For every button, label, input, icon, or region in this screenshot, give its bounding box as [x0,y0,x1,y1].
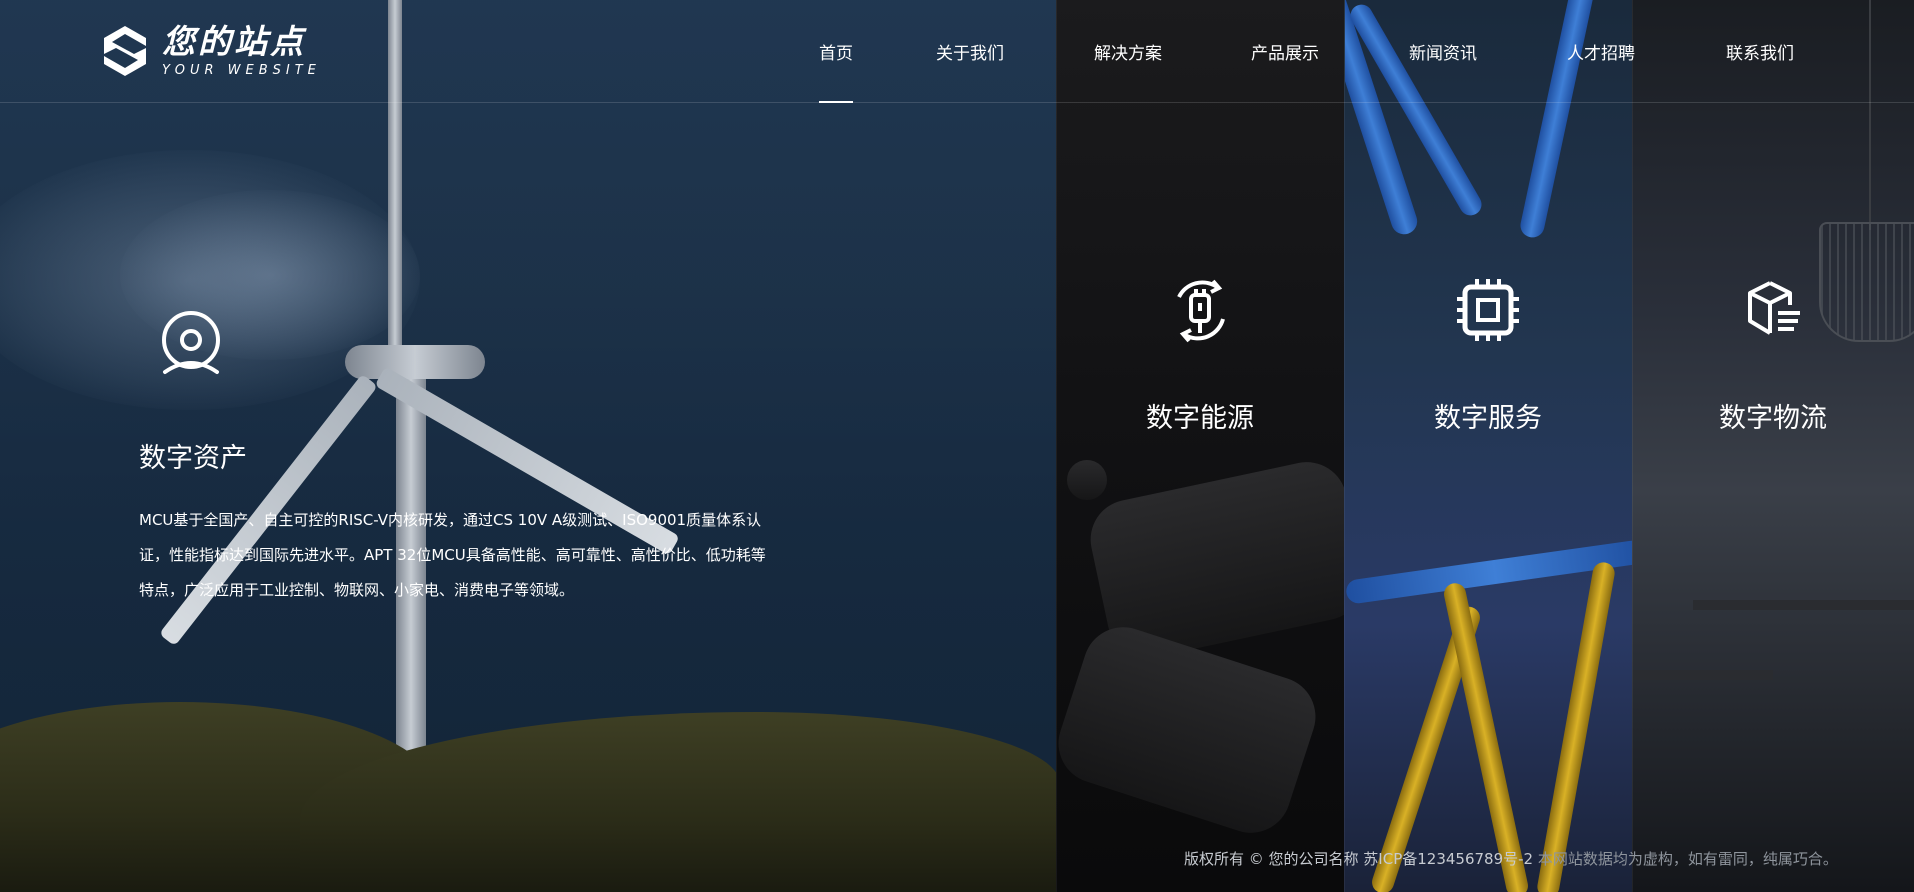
chip-icon [1457,279,1519,341]
cube-logistics-icon [1748,281,1800,335]
table-decoration [1693,600,1914,610]
nav-item-label: 产品展示 [1251,44,1319,64]
knob-decoration [1067,460,1107,500]
nav-item-label: 人才招聘 [1567,44,1635,64]
panel-digital-energy[interactable] [1056,0,1344,892]
seat-decoration [1057,616,1326,844]
nav-item-contact[interactable]: 联系我们 [1714,0,1806,103]
panel-description: MCU基于全国产、自主可控的RISC-V内核研发，通过CS 10V A级测试、I… [139,511,766,599]
nav-item-label: 关于我们 [936,44,1004,64]
panel-title: 数字服务 [1434,403,1542,434]
table-decoration [1633,670,1773,680]
site-header: 您的站点 YOUR WEBSITE 首页 关于我们 解决方案 产品展示 新闻资讯 [0,0,1914,103]
cable-decoration [1535,560,1617,892]
nav-item-about[interactable]: 关于我们 [924,0,1016,103]
panel-title: 数字物流 [1719,403,1827,434]
nav-item-home[interactable]: 首页 [810,0,862,103]
nav-item-solutions[interactable]: 解决方案 [1082,0,1174,103]
digital-assets-content: 数字资产 MCU基于全国产、自主可控的RISC-V内核研发，通过CS 10V A… [139,310,779,608]
nav-item-label: 首页 [819,44,853,64]
logo-subtitle: YOUR WEBSITE [162,63,321,78]
panel-digital-logistics[interactable] [1632,0,1914,892]
energy-cycle-icon [1177,279,1225,343]
panel-title: 数字能源 [1146,403,1254,434]
panel-title: 数字资产 [139,443,247,474]
nav-item-products[interactable]: 产品展示 [1239,0,1331,103]
nav-item-careers[interactable]: 人才招聘 [1555,0,1647,103]
nav-item-news[interactable]: 新闻资讯 [1397,0,1489,103]
site-logo[interactable]: 您的站点 YOUR WEBSITE [100,22,321,80]
digital-service-content: 数字服务 [1344,275,1632,436]
logo-title: 您的站点 [162,22,306,61]
page: 您的站点 YOUR WEBSITE 首页 关于我们 解决方案 产品展示 新闻资讯 [0,0,1914,892]
panel-digital-service[interactable] [1344,0,1632,892]
logo-mark-icon [104,26,146,76]
disclaimer-text: 本网站数据均为虚构，如有雷同，纯属巧合。 [1533,850,1838,868]
nav-item-label: 联系我们 [1726,44,1794,64]
cable-decoration [1441,581,1531,892]
digital-logistics-content: 数字物流 [1632,275,1914,436]
digital-energy-content: 数字能源 [1056,275,1344,436]
site-footer: 版权所有 © 您的公司名称 苏ICP备123456789号-2 本网站数据均为虚… [1184,848,1838,869]
nav-item-label: 新闻资讯 [1409,44,1477,64]
nav-item-label: 解决方案 [1094,44,1162,64]
nav-active-indicator [819,101,853,103]
webcam-icon [162,311,220,374]
copyright-text[interactable]: 版权所有 © 您的公司名称 苏ICP备123456789号-2 [1184,850,1533,868]
